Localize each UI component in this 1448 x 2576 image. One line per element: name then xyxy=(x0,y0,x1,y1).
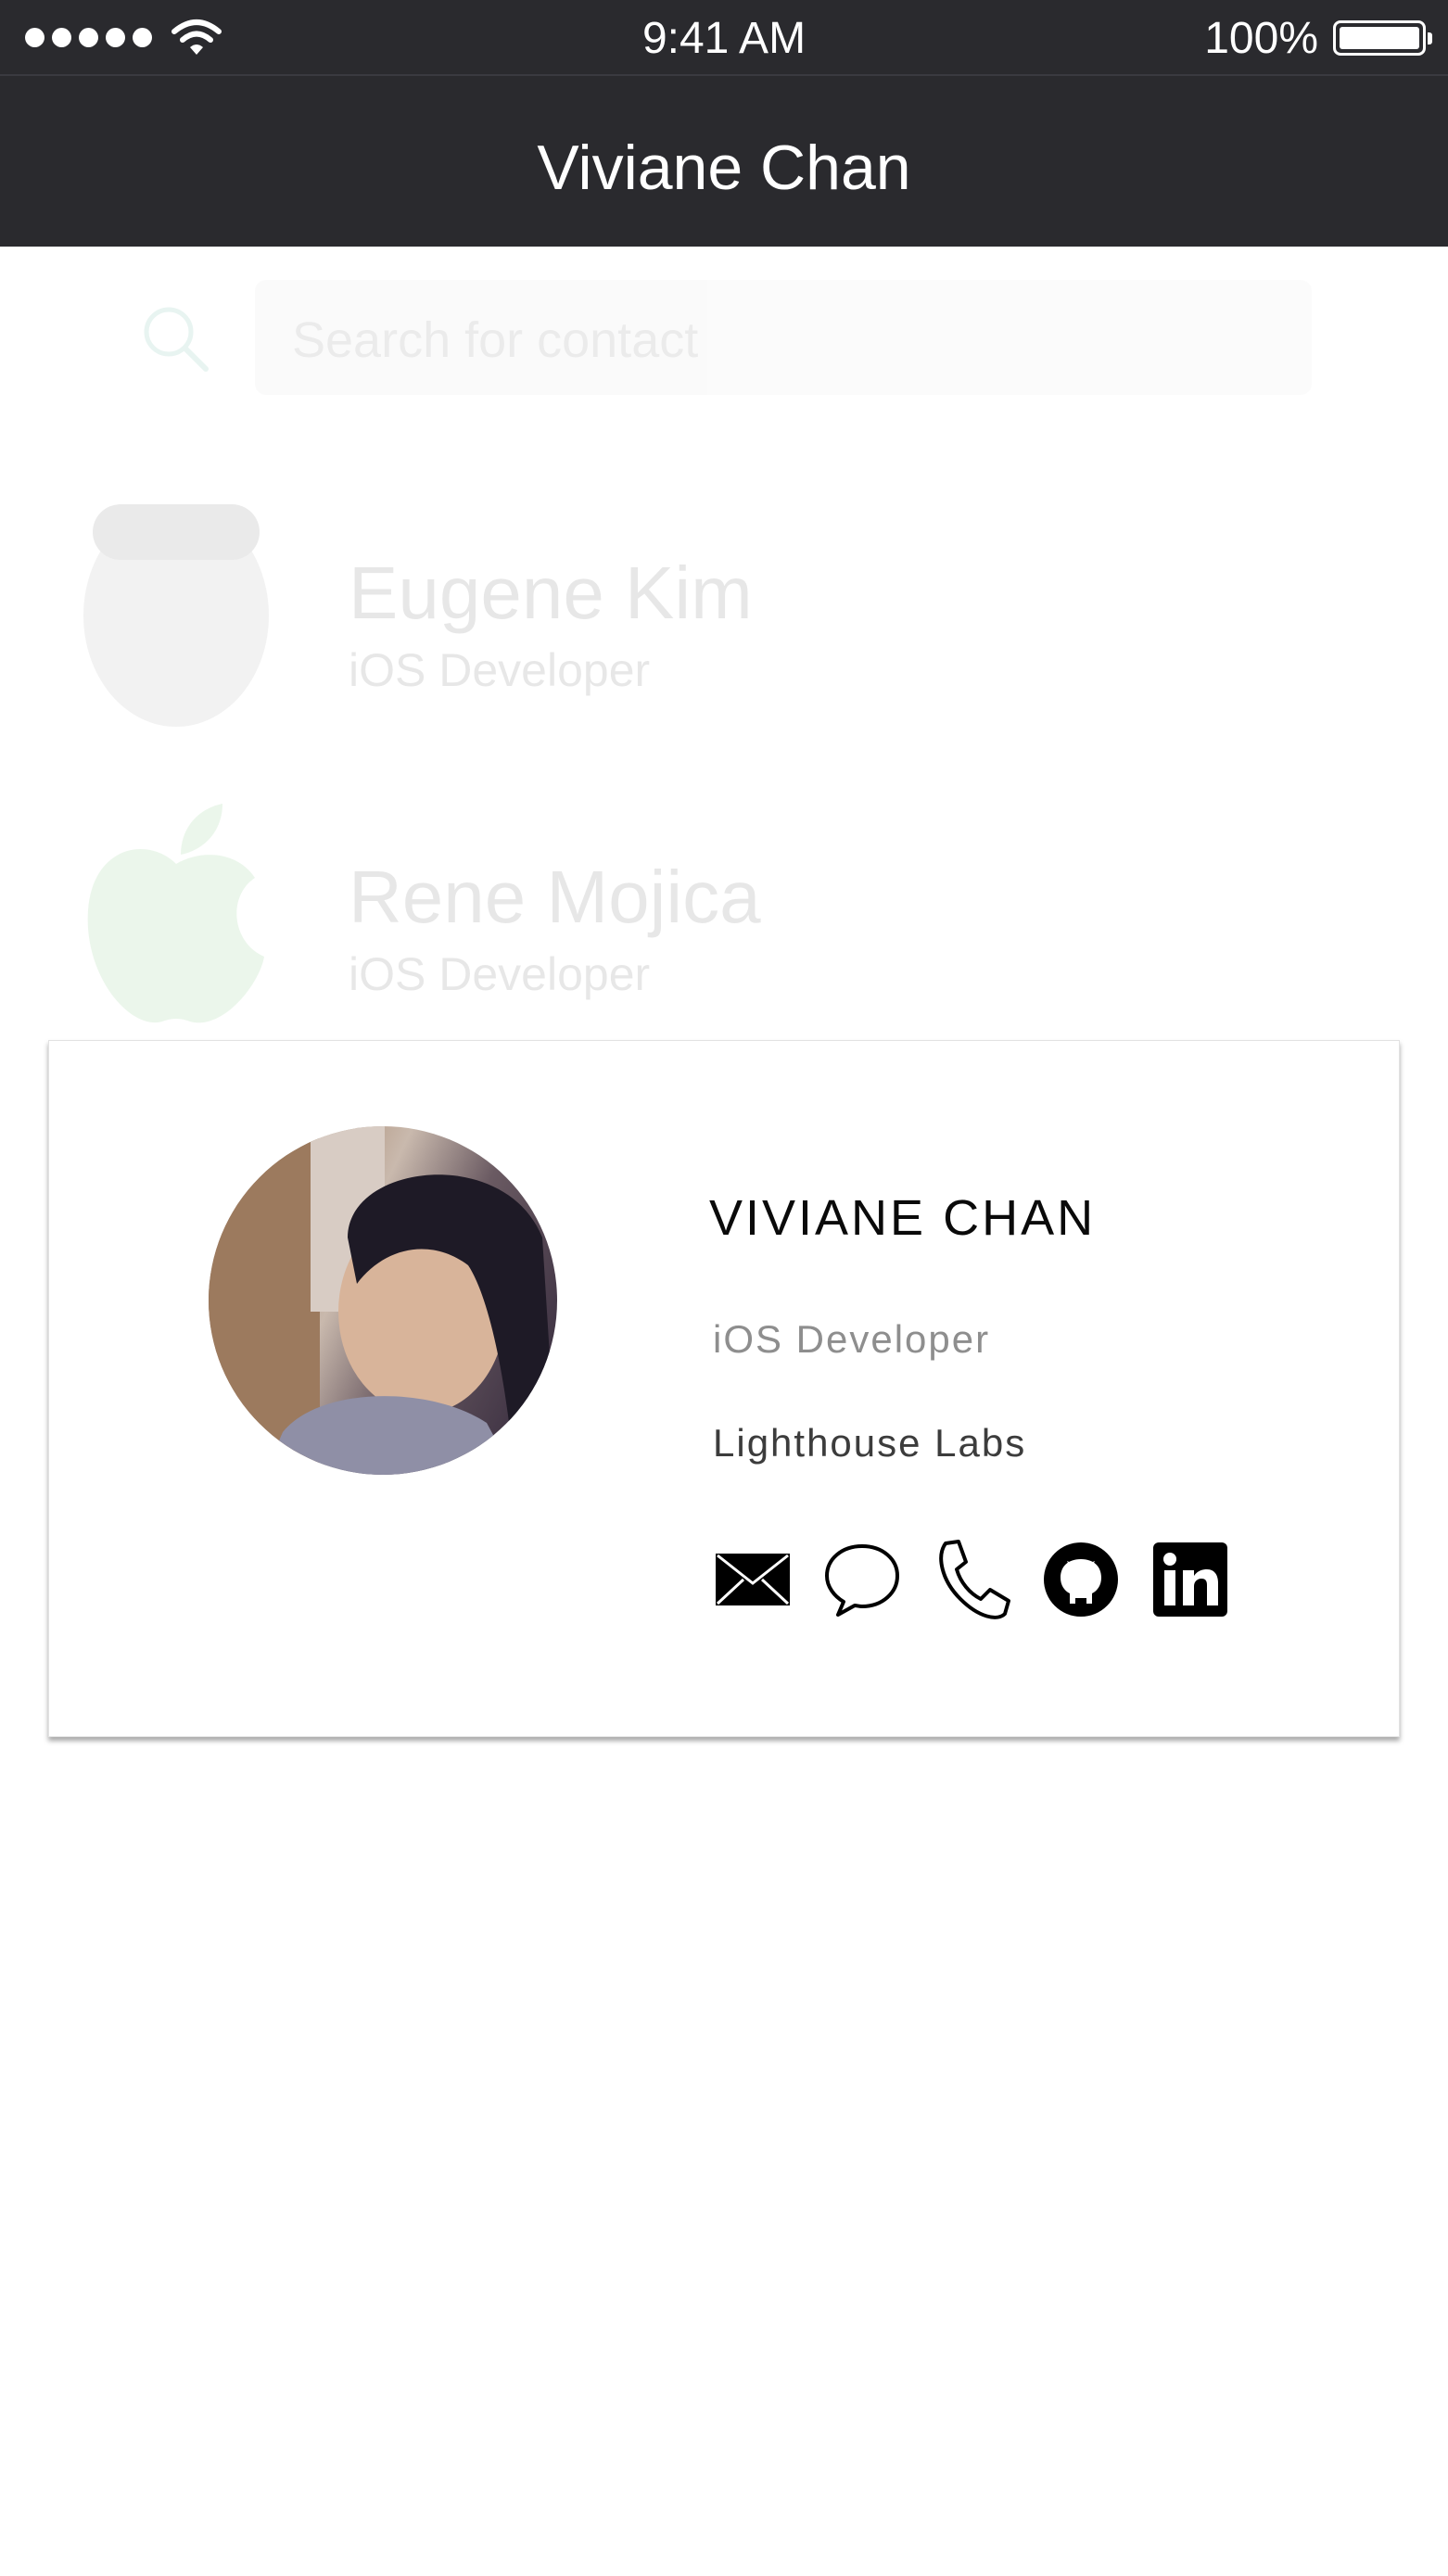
search-placeholder: Search for contact xyxy=(292,312,699,368)
profile-photo xyxy=(209,1126,557,1475)
github-icon[interactable] xyxy=(1041,1540,1121,1619)
contact-list-dimmed: Search for contact Eugene Kim iOS Develo… xyxy=(0,247,1448,1044)
apple-logo-icon xyxy=(87,804,264,1023)
contact-role: iOS Developer xyxy=(349,644,651,696)
contact-card: VIVIANE CHAN iOS Developer Lighthouse La… xyxy=(48,1040,1400,1737)
avatar xyxy=(83,504,269,727)
card-name: VIVIANE CHAN xyxy=(709,1190,1097,1246)
battery-icon xyxy=(1333,20,1432,56)
linkedin-icon[interactable] xyxy=(1150,1540,1230,1619)
message-icon[interactable] xyxy=(822,1540,902,1619)
contact-role: iOS Developer xyxy=(349,948,651,1000)
phone-icon[interactable] xyxy=(932,1540,1011,1619)
status-bar: 9:41 AM 100% xyxy=(0,0,1448,76)
search-icon[interactable] xyxy=(139,302,213,376)
contact-name: Rene Mojica xyxy=(349,856,761,938)
navigation-bar: Viviane Chan xyxy=(0,76,1448,247)
list-item[interactable]: Eugene Kim iOS Developer xyxy=(0,495,1448,736)
email-icon[interactable] xyxy=(713,1540,793,1619)
card-company: Lighthouse Labs xyxy=(713,1421,1027,1465)
battery-percentage: 100% xyxy=(1204,14,1318,63)
nav-title: Viviane Chan xyxy=(537,133,911,203)
list-item[interactable]: Rene Mojica iOS Developer xyxy=(0,799,1448,1040)
contact-name: Eugene Kim xyxy=(349,552,753,634)
contact-actions xyxy=(713,1540,1230,1619)
card-role: iOS Developer xyxy=(713,1317,991,1361)
search-input[interactable]: Search for contact xyxy=(255,280,1312,395)
